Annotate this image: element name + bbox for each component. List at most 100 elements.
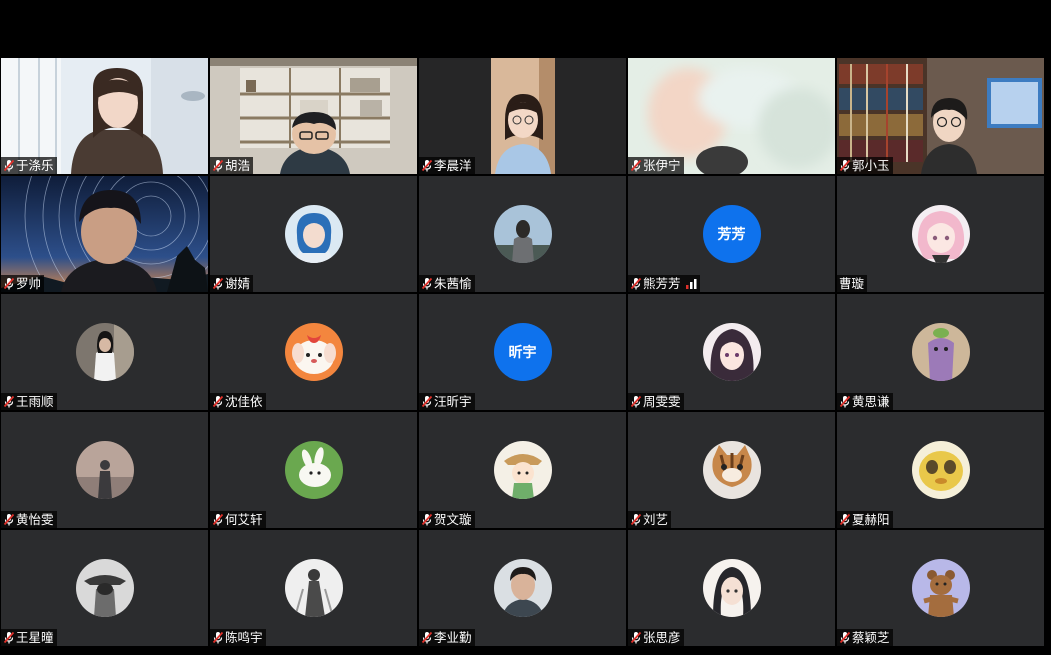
mic-muted-icon — [421, 395, 433, 408]
participant-tile[interactable]: 于涤乐 — [1, 58, 208, 174]
participant-name: 夏赫阳 — [852, 512, 890, 527]
participant-tile[interactable]: 王星曈 — [1, 530, 208, 646]
participant-name-tag: 李晨洋 — [419, 157, 475, 174]
mic-muted-icon — [212, 395, 224, 408]
participant-name-tag: 张思彦 — [628, 629, 684, 646]
participant-tile[interactable]: 郭小玉 — [837, 58, 1044, 174]
mic-muted-icon — [421, 277, 433, 290]
participant-tile[interactable]: 陈鸣宇 — [210, 530, 417, 646]
mic-muted-icon — [839, 513, 851, 526]
mic-muted-icon — [3, 159, 15, 172]
participant-tile[interactable]: 李业勤 — [419, 530, 626, 646]
participant-name: 沈佳依 — [225, 394, 263, 409]
participant-name: 熊芳芳 — [643, 276, 681, 291]
mic-muted-icon — [839, 159, 851, 172]
participant-tile[interactable]: 蔡颖芝 — [837, 530, 1044, 646]
participant-tile[interactable]: 芳芳 熊芳芳 — [628, 176, 835, 292]
participant-name-tag: 王星曈 — [1, 629, 57, 646]
mic-muted-icon — [839, 395, 851, 408]
mic-muted-icon — [212, 631, 224, 644]
participant-tile[interactable]: 周雯雯 — [628, 294, 835, 410]
participant-name-tag: 贺文璇 — [419, 511, 475, 528]
participant-name: 蔡颖芝 — [852, 630, 890, 645]
mic-muted-icon — [3, 631, 15, 644]
participant-name: 黄怡雯 — [16, 512, 54, 527]
mic-muted-icon — [630, 395, 642, 408]
participant-tile[interactable]: 张思彦 — [628, 530, 835, 646]
initials-avatar: 芳芳 — [702, 205, 761, 263]
participant-name: 郭小玉 — [852, 158, 890, 173]
participant-tile[interactable]: 曹璇 — [837, 176, 1044, 292]
profile-photo-avatar — [75, 559, 134, 617]
participant-tile[interactable]: 黄思谦 — [837, 294, 1044, 410]
initials-avatar: 昕宇 — [493, 323, 552, 381]
mic-muted-icon — [421, 159, 433, 172]
participant-name: 胡浩 — [225, 158, 251, 173]
mic-muted-icon — [212, 159, 224, 172]
participant-name-tag: 张伊宁 — [628, 157, 684, 174]
participant-name: 王星曈 — [16, 630, 54, 645]
mic-muted-icon — [630, 631, 642, 644]
participant-name: 谢婧 — [225, 276, 251, 291]
profile-cartoon-avatar — [493, 441, 552, 499]
participant-tile[interactable]: 何艾轩 — [210, 412, 417, 528]
participant-tile[interactable]: 沈佳依 — [210, 294, 417, 410]
participant-tile[interactable]: 李晨洋 — [419, 58, 626, 174]
profile-illustration-avatar — [911, 205, 970, 263]
participant-tile[interactable]: 刘艺 — [628, 412, 835, 528]
participant-name-tag: 黄怡雯 — [1, 511, 57, 528]
participant-name: 朱茜愉 — [434, 276, 472, 291]
mic-muted-icon — [212, 277, 224, 290]
mic-muted-icon — [421, 631, 433, 644]
participant-name-tag: 曹璇 — [837, 275, 868, 292]
participant-name: 陈鸣宇 — [225, 630, 263, 645]
participant-name-tag: 何艾轩 — [210, 511, 266, 528]
participant-name: 汪昕宇 — [434, 394, 472, 409]
participant-tile[interactable]: 贺文璇 — [419, 412, 626, 528]
gallery-grid: 于涤乐 胡浩 李晨洋 张伊宁 郭小玉 罗帅 谢婧 朱茜愉 芳芳 熊芳芳 曹璇 王… — [0, 57, 1051, 655]
profile-photo-avatar — [75, 441, 134, 499]
participant-tile[interactable]: 谢婧 — [210, 176, 417, 292]
mic-muted-icon — [3, 395, 15, 408]
participant-name-tag: 朱茜愉 — [419, 275, 475, 292]
participant-tile[interactable]: 胡浩 — [210, 58, 417, 174]
profile-photo-avatar — [75, 323, 134, 381]
participant-tile[interactable]: 朱茜愉 — [419, 176, 626, 292]
participant-tile[interactable]: 黄怡雯 — [1, 412, 208, 528]
signal-strength-icon — [685, 278, 697, 289]
participant-name: 周雯雯 — [643, 394, 681, 409]
profile-plush-avatar — [911, 323, 970, 381]
participant-name-tag: 罗帅 — [1, 275, 45, 292]
participant-name-tag: 李业勤 — [419, 629, 475, 646]
participant-name-tag: 黄思谦 — [837, 393, 893, 410]
participant-name: 王雨顺 — [16, 394, 54, 409]
participant-tile[interactable]: 张伊宁 — [628, 58, 835, 174]
participant-name-tag: 胡浩 — [210, 157, 254, 174]
top-black-bar — [0, 0, 1051, 57]
participant-name-tag: 夏赫阳 — [837, 511, 893, 528]
profile-photo-avatar — [493, 205, 552, 263]
profile-cat-avatar — [702, 441, 761, 499]
mic-muted-icon — [3, 277, 15, 290]
participant-name-tag: 熊芳芳 — [628, 275, 700, 292]
participant-tile[interactable]: 王雨顺 — [1, 294, 208, 410]
participant-name: 何艾轩 — [225, 512, 263, 527]
profile-cartoon-avatar — [284, 323, 343, 381]
mic-muted-icon — [839, 631, 851, 644]
participant-name-tag: 谢婧 — [210, 275, 254, 292]
mic-muted-icon — [3, 513, 15, 526]
participant-name-tag: 陈鸣宇 — [210, 629, 266, 646]
mic-muted-icon — [630, 513, 642, 526]
participant-name-tag: 刘艺 — [628, 511, 672, 528]
participant-tile[interactable]: 昕宇 汪昕宇 — [419, 294, 626, 410]
mic-muted-icon — [630, 277, 642, 290]
profile-photo-avatar — [493, 559, 552, 617]
participant-tile[interactable]: 夏赫阳 — [837, 412, 1044, 528]
profile-bear-avatar — [911, 559, 970, 617]
participant-name: 李晨洋 — [434, 158, 472, 173]
participant-name: 张伊宁 — [643, 158, 681, 173]
participant-name: 贺文璇 — [434, 512, 472, 527]
profile-illustration-avatar — [702, 323, 761, 381]
participant-name: 李业勤 — [434, 630, 472, 645]
participant-tile[interactable]: 罗帅 — [1, 176, 208, 292]
